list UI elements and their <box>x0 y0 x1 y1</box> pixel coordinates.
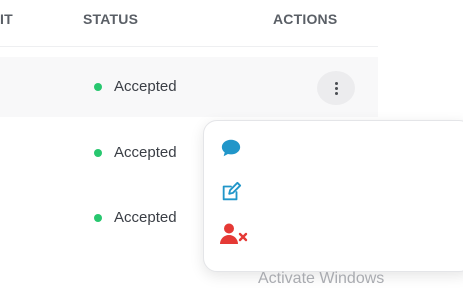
remove-user-icon <box>220 223 248 244</box>
edit-icon <box>222 181 242 201</box>
status-dot-icon <box>94 148 102 157</box>
status-cell: Accepted <box>94 209 177 226</box>
remove-user-action[interactable] <box>220 222 250 248</box>
chat-bubble-icon <box>221 139 241 157</box>
status-cell: Accepted <box>94 144 177 161</box>
row-actions-button[interactable] <box>317 71 355 105</box>
table-header: IT STATUS ACTIONS <box>0 0 378 47</box>
status-text: Accepted <box>114 144 177 161</box>
edit-action[interactable] <box>220 181 250 207</box>
status-dot-icon <box>94 213 102 222</box>
status-cell: Accepted <box>94 78 177 95</box>
status-text: Accepted <box>114 209 177 226</box>
status-dot-icon <box>94 82 102 91</box>
message-action[interactable] <box>220 137 250 163</box>
activate-windows-watermark: Activate Windows <box>258 270 385 287</box>
column-header-status: STATUS <box>83 11 139 27</box>
row-actions-menu <box>203 120 463 272</box>
column-header-partial: IT <box>0 11 13 27</box>
column-header-actions: ACTIONS <box>273 11 338 27</box>
status-text: Accepted <box>114 78 177 95</box>
